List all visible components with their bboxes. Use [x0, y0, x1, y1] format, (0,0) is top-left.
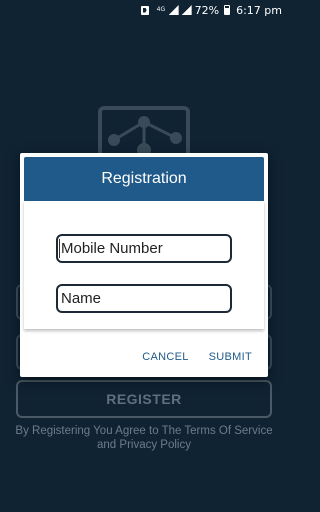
notification-icon: [140, 5, 149, 15]
mobile-number-input[interactable]: [56, 234, 232, 263]
cancel-button[interactable]: CANCEL: [142, 351, 188, 363]
terms-text: By Registering You Agree to The Terms Of…: [15, 425, 273, 451]
clock: 6:17 pm: [236, 3, 282, 17]
battery-percent: 72%: [194, 3, 220, 17]
dialog-header: Registration: [24, 157, 264, 201]
signal-icon: [168, 5, 179, 15]
battery-icon: [224, 5, 231, 15]
name-input[interactable]: [56, 284, 232, 313]
status-bar: 4G 72% 6:17 pm: [0, 0, 288, 20]
dialog-actions: CANCEL SUBMIT: [142, 351, 252, 363]
network-4g-icon: 4G: [156, 6, 166, 13]
submit-button[interactable]: SUBMIT: [209, 351, 252, 363]
text-caret: [59, 239, 60, 258]
registration-dialog: Registration CANCEL SUBMIT: [20, 153, 268, 377]
register-button[interactable]: REGISTER: [16, 380, 272, 418]
dialog-body: [24, 201, 264, 329]
dialog-title: Registration: [101, 170, 187, 187]
signal-icon-2: [181, 5, 192, 15]
